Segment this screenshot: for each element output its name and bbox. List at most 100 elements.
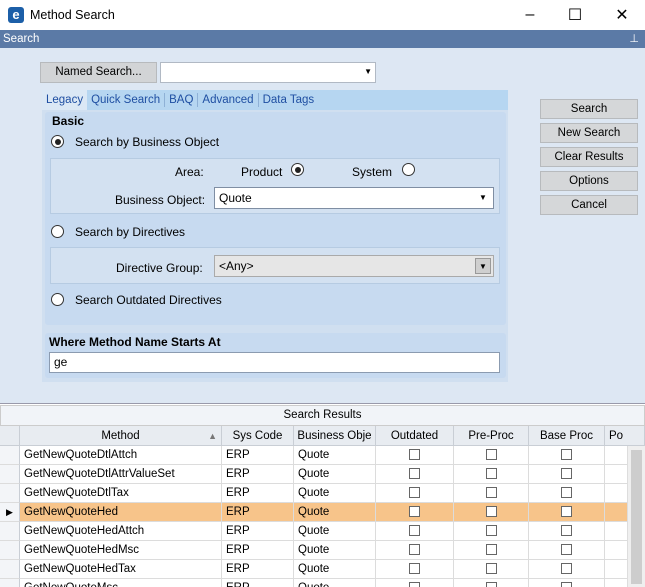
row-selector[interactable]: [0, 560, 20, 579]
named-search-combo[interactable]: ▼: [160, 62, 376, 83]
cell-sys-code[interactable]: ERP: [222, 465, 294, 484]
pre-proc-checkbox[interactable]: [485, 468, 497, 479]
col-outdated[interactable]: Outdated: [376, 426, 454, 446]
cell-business-object[interactable]: Quote: [294, 522, 376, 541]
area-product-radio[interactable]: [291, 163, 304, 176]
cancel-button[interactable]: Cancel: [540, 195, 638, 215]
col-sys-code[interactable]: Sys Code: [222, 426, 294, 446]
method-name-input[interactable]: ge: [49, 352, 500, 373]
cell-sys-code[interactable]: ERP: [222, 579, 294, 587]
outdated-checkbox[interactable]: [409, 487, 420, 498]
tab-advanced[interactable]: Advanced: [198, 93, 259, 107]
cell-sys-code[interactable]: ERP: [222, 484, 294, 503]
cell-method[interactable]: GetNewQuoteDtlAttch: [20, 446, 222, 465]
col-business-object[interactable]: Business Obje: [294, 426, 376, 446]
cell-business-object[interactable]: Quote: [294, 484, 376, 503]
pin-icon[interactable]: ⊥: [629, 30, 639, 48]
cell-business-object[interactable]: Quote: [294, 579, 376, 587]
base-proc-checkbox[interactable]: [561, 525, 572, 536]
row-selector[interactable]: [0, 446, 20, 465]
outdated-directives-radio[interactable]: [51, 293, 64, 306]
base-proc-checkbox[interactable]: [561, 544, 572, 555]
row-selector[interactable]: [0, 579, 20, 587]
pre-proc-checkbox[interactable]: [485, 563, 497, 574]
row-selector[interactable]: [0, 484, 20, 503]
table-row[interactable]: GetNewQuoteDtlAttrValueSet ERP Quote: [0, 465, 645, 484]
cell-method[interactable]: GetNewQuoteMsc: [20, 579, 222, 587]
maximize-button[interactable]: ☐: [553, 0, 597, 30]
area-system-radio[interactable]: [402, 163, 415, 176]
table-row[interactable]: ▶ GetNewQuoteHed ERP Quote: [0, 503, 645, 522]
cell-business-object[interactable]: Quote: [294, 503, 376, 522]
base-proc-checkbox[interactable]: [561, 487, 572, 498]
table-row[interactable]: GetNewQuoteMscERPQuote: [0, 579, 645, 587]
search-button[interactable]: Search: [540, 99, 638, 119]
cell-method[interactable]: GetNewQuoteDtlTax: [20, 484, 222, 503]
cell-sys-code[interactable]: ERP: [222, 503, 294, 522]
by-directives-radio[interactable]: [51, 225, 64, 238]
cell-sys-code[interactable]: ERP: [222, 541, 294, 560]
chevron-down-icon[interactable]: ▼: [364, 67, 372, 76]
results-scrollbar[interactable]: [627, 446, 645, 587]
options-button[interactable]: Options: [540, 171, 638, 191]
row-selector[interactable]: [0, 465, 20, 484]
table-row[interactable]: GetNewQuoteHedTax ERP Quote: [0, 560, 645, 579]
named-search-button[interactable]: Named Search...: [40, 62, 157, 83]
pre-proc-checkbox[interactable]: [485, 525, 497, 536]
pre-proc-checkbox[interactable]: [485, 544, 497, 555]
col-pre-proc[interactable]: Pre-Proc: [454, 426, 529, 446]
cell-method[interactable]: GetNewQuoteHed: [20, 503, 222, 522]
pre-proc-checkbox[interactable]: [485, 449, 497, 460]
cell-business-object[interactable]: Quote: [294, 541, 376, 560]
cell-business-object[interactable]: Quote: [294, 560, 376, 579]
outdated-checkbox[interactable]: [409, 506, 420, 517]
tab-baq[interactable]: BAQ: [165, 93, 199, 107]
pre-proc-checkbox[interactable]: [485, 582, 497, 587]
outdated-checkbox[interactable]: [409, 468, 420, 479]
cell-sys-code[interactable]: ERP: [222, 446, 294, 465]
base-proc-checkbox[interactable]: [561, 449, 572, 460]
tab-legacy[interactable]: Legacy: [42, 90, 88, 110]
scrollbar-thumb[interactable]: [631, 450, 642, 584]
tab-data-tags[interactable]: Data Tags: [259, 93, 319, 107]
chevron-down-icon[interactable]: ▼: [475, 190, 491, 206]
chevron-down-icon[interactable]: ▼: [475, 258, 491, 274]
col-method[interactable]: Method ▲: [20, 426, 222, 446]
pre-proc-checkbox[interactable]: [485, 487, 497, 498]
base-proc-checkbox[interactable]: [561, 468, 572, 479]
cell-method[interactable]: GetNewQuoteHedAttch: [20, 522, 222, 541]
tab-quick-search[interactable]: Quick Search: [87, 93, 166, 107]
cell-method[interactable]: GetNewQuoteHedTax: [20, 560, 222, 579]
cell-business-object[interactable]: Quote: [294, 446, 376, 465]
cell-business-object[interactable]: Quote: [294, 465, 376, 484]
pre-proc-checkbox[interactable]: [485, 506, 497, 517]
close-button[interactable]: ✕: [600, 0, 644, 30]
outdated-checkbox[interactable]: [409, 563, 420, 574]
table-row[interactable]: GetNewQuoteHedAttch ERP Quote: [0, 522, 645, 541]
business-object-combo[interactable]: Quote ▼: [214, 187, 494, 209]
col-post-proc[interactable]: Po: [605, 426, 645, 446]
base-proc-checkbox[interactable]: [561, 563, 572, 574]
base-proc-checkbox[interactable]: [561, 582, 572, 587]
directive-group-combo[interactable]: <Any> ▼: [214, 255, 494, 277]
new-search-button[interactable]: New Search: [540, 123, 638, 143]
cell-method[interactable]: GetNewQuoteDtlAttrValueSet: [20, 465, 222, 484]
outdated-checkbox[interactable]: [409, 525, 420, 536]
base-proc-checkbox[interactable]: [561, 506, 572, 517]
minimize-button[interactable]: –: [508, 0, 552, 30]
cell-sys-code[interactable]: ERP: [222, 560, 294, 579]
cell-sys-code[interactable]: ERP: [222, 522, 294, 541]
cell-method[interactable]: GetNewQuoteHedMsc: [20, 541, 222, 560]
row-selector[interactable]: [0, 541, 20, 560]
table-row[interactable]: GetNewQuoteHedMsc ERP Quote: [0, 541, 645, 560]
outdated-checkbox[interactable]: [409, 582, 420, 587]
col-base-proc[interactable]: Base Proc: [529, 426, 605, 446]
outdated-checkbox[interactable]: [409, 449, 420, 460]
by-business-object-radio[interactable]: [51, 135, 64, 148]
table-row[interactable]: GetNewQuoteDtlTax ERP Quote: [0, 484, 645, 503]
clear-results-button[interactable]: Clear Results: [540, 147, 638, 167]
outdated-checkbox[interactable]: [409, 544, 420, 555]
row-selector[interactable]: [0, 522, 20, 541]
table-row[interactable]: GetNewQuoteDtlAttch ERP Quote: [0, 446, 645, 465]
row-selector[interactable]: ▶: [0, 503, 20, 522]
